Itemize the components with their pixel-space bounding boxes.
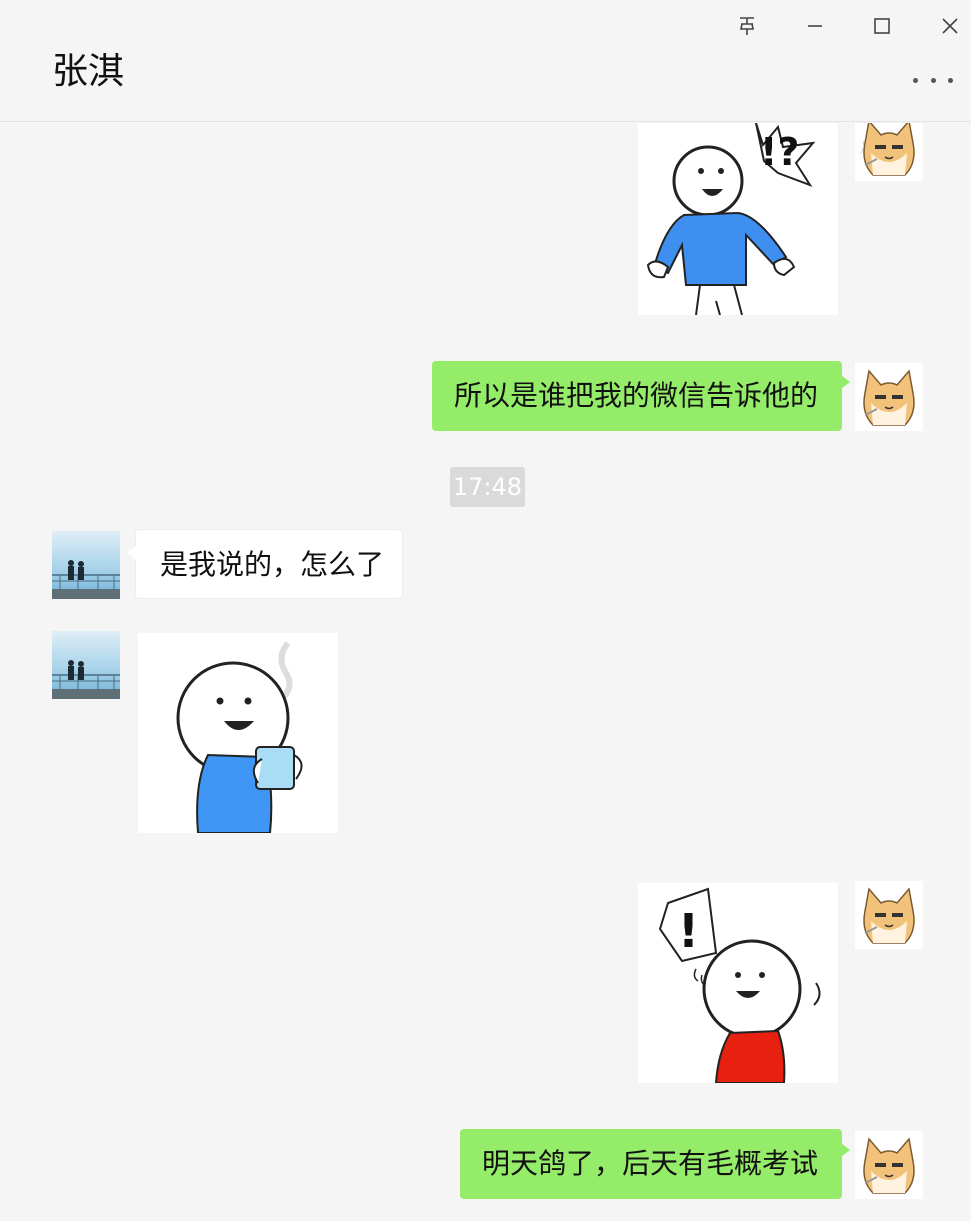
svg-text:!?: !? (760, 130, 799, 174)
message-list[interactable]: !? 所以是谁把我的微信告诉他的 17:48 是我说的，怎么了 ! 明天鸽了，后… (0, 123, 971, 1221)
my-avatar[interactable] (855, 363, 923, 431)
sticker-message[interactable]: ! (638, 883, 838, 1083)
svg-text:!: ! (678, 904, 699, 958)
timestamp: 17:48 (450, 467, 525, 507)
message-bubble-sent[interactable]: 明天鸽了，后天有毛概考试 (460, 1129, 850, 1199)
sticker-message[interactable] (138, 633, 338, 833)
my-avatar[interactable] (855, 123, 923, 181)
message-bubble-received[interactable]: 是我说的，怎么了 (127, 529, 403, 599)
message-bubble-sent[interactable]: 所以是谁把我的微信告诉他的 (432, 361, 850, 431)
contact-avatar[interactable] (52, 531, 120, 599)
chat-header: 张淇 (0, 0, 971, 122)
minimize-icon[interactable] (795, 8, 835, 44)
my-avatar[interactable] (855, 1131, 923, 1199)
maximize-icon[interactable] (862, 8, 902, 44)
more-options-icon[interactable] (913, 70, 953, 90)
sticker-message[interactable]: !? (638, 123, 838, 315)
contact-avatar[interactable] (52, 631, 120, 699)
close-icon[interactable] (930, 8, 970, 44)
contact-name[interactable]: 张淇 (52, 50, 124, 94)
my-avatar[interactable] (855, 881, 923, 949)
pin-icon[interactable] (727, 8, 767, 44)
